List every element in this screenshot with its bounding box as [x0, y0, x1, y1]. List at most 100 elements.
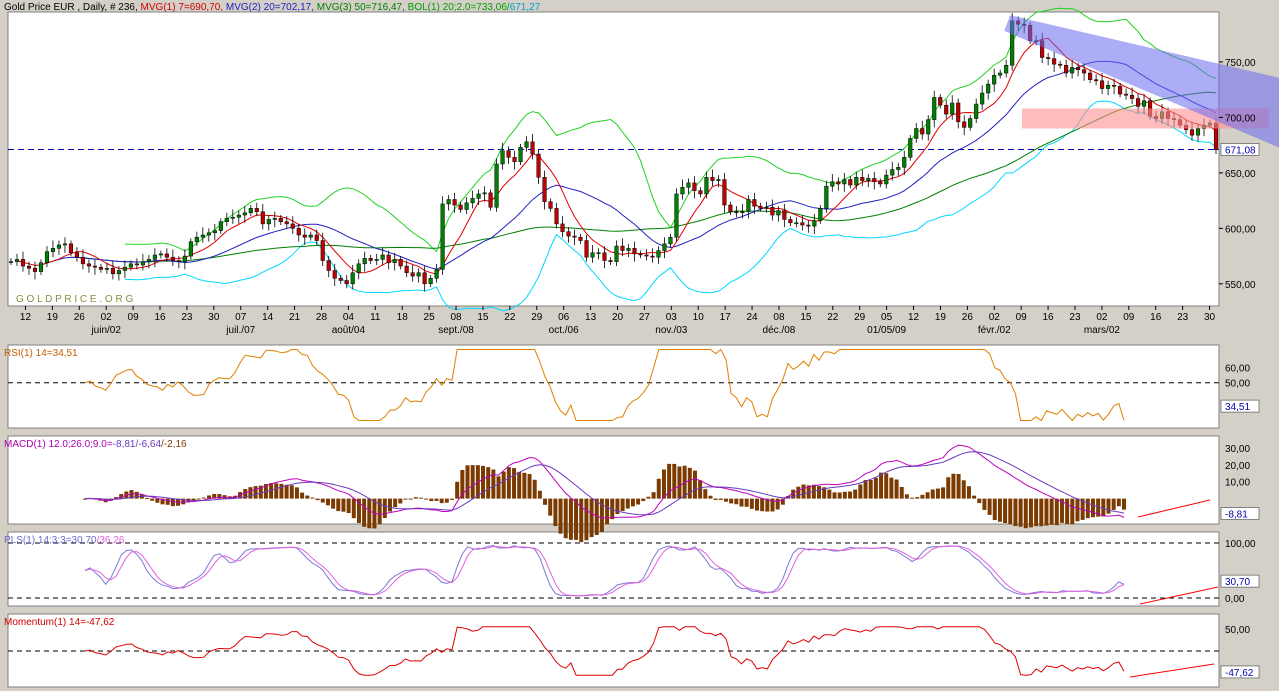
macd-hist-bar	[951, 473, 956, 499]
macd-hist-bar	[729, 498, 734, 504]
x-day-label: 04	[343, 312, 355, 323]
x-day-label: 23	[181, 312, 193, 323]
x-month-label: nov./03	[655, 325, 687, 336]
candle-down	[80, 256, 85, 265]
candle-up	[446, 199, 451, 205]
candle-down	[920, 128, 925, 135]
x-day-label: 12	[20, 312, 32, 323]
x-day-label: 26	[962, 312, 974, 323]
candle-up	[44, 251, 50, 263]
macd-hist-bar	[563, 498, 568, 539]
macd-hist-bar	[1111, 498, 1116, 510]
candle-down	[86, 263, 91, 267]
candle-down	[536, 153, 541, 178]
candle-up	[206, 232, 211, 236]
macd-hist-bar	[961, 480, 966, 499]
x-day-label: 27	[639, 312, 651, 323]
macd-hist-bar	[708, 495, 713, 499]
candle-down	[872, 178, 877, 182]
macd-hist-bar	[775, 498, 780, 510]
x-day-label: 09	[128, 312, 140, 323]
candle-down	[782, 210, 787, 220]
candle-down	[806, 224, 811, 227]
macd-hist-bar	[470, 465, 475, 499]
macd-title-value: -8,81	[112, 439, 136, 450]
macd-hist-bar	[873, 477, 878, 499]
macd-hist-bar	[537, 490, 542, 499]
macd-hist-bar	[284, 484, 289, 499]
stoch-title-d: /36,26	[96, 535, 125, 546]
x-day-label: 19	[47, 312, 59, 323]
macd-hist-bar	[377, 498, 382, 525]
macd-hist-bar	[641, 498, 646, 502]
candle-up	[140, 261, 145, 266]
candle-down	[1100, 80, 1105, 89]
macd-hist-bar	[946, 477, 951, 499]
candle-up	[500, 150, 505, 165]
macd-hist-bar	[992, 498, 997, 521]
price-axis-label: 600,00	[1225, 224, 1256, 235]
candle-down	[32, 268, 38, 272]
candle-down	[20, 259, 26, 267]
macd-hist-bar	[574, 498, 579, 540]
macd-hist-bar	[1039, 498, 1044, 527]
macd-hist-bar	[145, 497, 150, 499]
stoch-current-tag: 30,70	[1225, 577, 1250, 588]
candle-up	[416, 272, 421, 277]
candle-up	[236, 214, 241, 218]
macd-hist-bar	[1101, 498, 1106, 517]
candle-down	[488, 192, 493, 208]
x-day-label: 05	[881, 312, 893, 323]
candle-up	[866, 178, 871, 181]
macd-hist-bar	[382, 498, 387, 518]
macd-hist-bar	[553, 498, 558, 527]
candle-down	[1058, 63, 1063, 66]
candle-up	[1070, 67, 1075, 74]
candle-up	[908, 138, 913, 158]
candle-down	[74, 252, 79, 258]
candle-up	[218, 221, 223, 231]
candle-down	[164, 253, 169, 258]
macd-hist-bar	[362, 498, 367, 527]
macd-hist-bar	[134, 491, 139, 499]
macd-axis-label: 20,00	[1225, 461, 1250, 472]
candle-up	[842, 179, 847, 185]
macd-hist-bar	[966, 486, 971, 499]
candle-up	[14, 259, 20, 262]
x-day-label: 23	[1069, 312, 1081, 323]
macd-hist-bar	[393, 498, 398, 508]
candle-down	[404, 265, 409, 273]
x-month-label: oct./06	[549, 325, 579, 336]
candle-down	[398, 259, 403, 267]
macd-hist-bar	[749, 498, 754, 509]
candle-up	[656, 250, 661, 258]
candle-down	[722, 179, 727, 206]
candle-up	[476, 193, 481, 199]
macd-hist-bar	[1013, 498, 1018, 527]
macd-hist-bar	[294, 487, 299, 499]
macd-hist-bar	[837, 492, 842, 499]
macd-hist-bar	[1116, 498, 1121, 507]
macd-hist-bar	[956, 474, 961, 499]
candle-up	[974, 103, 979, 119]
macd-hist-bar	[413, 497, 418, 499]
x-month-label: déc./08	[763, 325, 796, 336]
candle-up	[674, 193, 679, 238]
x-day-label: 06	[558, 312, 570, 323]
macd-hist-bar	[930, 489, 935, 499]
candle-up	[518, 147, 523, 163]
price-axis-label: 700,00	[1225, 113, 1256, 124]
candle-up	[680, 187, 685, 195]
candle-up	[50, 248, 56, 252]
x-day-label: 16	[1150, 312, 1162, 323]
macd-hist-bar	[868, 479, 873, 499]
macd-hist-bar	[165, 498, 170, 505]
candle-down	[752, 199, 757, 207]
macd-hist-bar	[889, 477, 894, 499]
candle-down	[938, 97, 943, 106]
stoch-axis-label: 0,00	[1225, 594, 1245, 605]
macd-hist-bar	[796, 486, 801, 499]
candle-down	[878, 181, 883, 185]
macd-hist-bar	[1090, 498, 1095, 518]
macd-hist-bar	[982, 498, 987, 510]
